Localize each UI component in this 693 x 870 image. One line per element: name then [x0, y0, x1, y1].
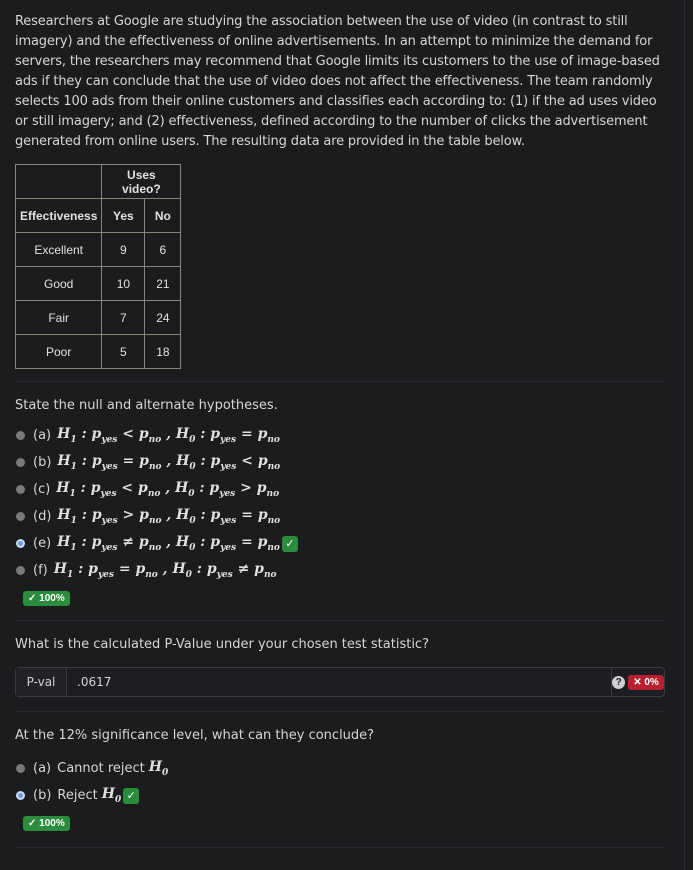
q1-option-c[interactable]: (c) H1 : pyes < pno , H0 : pyes > pno [15, 476, 665, 503]
radio-button[interactable] [16, 764, 25, 773]
hypothesis-math: H1 : pyes = pno , H0 : pyes < pno [57, 453, 281, 472]
radio-button[interactable] [16, 512, 25, 521]
table-row: Good 10 21 [14, 266, 182, 301]
cell-no: 6 [144, 232, 182, 267]
q1-option-b[interactable]: (b) H1 : pyes = pno , H0 : pyes < pno [15, 449, 665, 476]
pvalue-label: P-val [16, 668, 67, 696]
hypothesis-math: H1 : pyes < pno , H0 : pyes > pno [56, 480, 280, 499]
row-label: Good [14, 266, 103, 301]
cell-no: 18 [144, 334, 182, 369]
option-letter: (e) [33, 536, 52, 551]
row-header: Effectiveness [14, 198, 103, 233]
pvalue-input-group: P-val ? ✕ 0% [15, 667, 665, 697]
q3-options: (a) Cannot reject H0 (b) Reject H0 ✓ [15, 755, 665, 809]
cell-yes: 5 [101, 334, 146, 369]
q3-prompt: At the 12% significance level, what can … [15, 728, 375, 743]
q3-score-badge: ✓ 100% [23, 816, 70, 831]
cell-yes: 9 [101, 232, 146, 267]
q1-score-badge: ✓ 100% [23, 591, 70, 606]
table-row: Fair 7 24 [14, 300, 182, 335]
q3-option-b[interactable]: (b) Reject H0 ✓ [15, 782, 665, 809]
question-panel: Researchers at Google are studying the a… [14, 12, 665, 848]
h0-symbol: H0 [148, 759, 169, 778]
help-icon[interactable]: ? [612, 675, 626, 689]
cell-no: 24 [144, 300, 182, 335]
radio-button[interactable] [16, 458, 25, 467]
section-divider [15, 381, 665, 382]
option-letter: (f) [33, 563, 48, 578]
check-icon: ✓ [281, 535, 298, 552]
group-header: Uses video? [101, 164, 182, 199]
table-row: Poor 5 18 [14, 334, 182, 369]
q1-option-e[interactable]: (e) H1 : pyes ≠ pno , H0 : pyes = pno ✓ [15, 530, 665, 557]
cell-yes: 7 [101, 300, 146, 335]
row-label: Excellent [14, 232, 103, 267]
q1-prompt: State the null and alternate hypotheses. [15, 398, 278, 413]
radio-button-selected[interactable] [16, 539, 25, 548]
radio-button-selected[interactable] [16, 791, 25, 800]
col-header-no: No [144, 198, 182, 233]
table-row: Excellent 9 6 [14, 232, 182, 267]
cell-no: 21 [144, 266, 182, 301]
q1-option-d[interactable]: (d) H1 : pyes > pno , H0 : pyes = pno [15, 503, 665, 530]
problem-text: Researchers at Google are studying the a… [15, 14, 660, 149]
h0-symbol: H0 [101, 786, 122, 805]
section-divider [15, 847, 665, 848]
option-letter: (b) [33, 788, 52, 803]
radio-button[interactable] [16, 485, 25, 494]
q1-option-a[interactable]: (a) H1 : pyes < pno , H0 : pyes = pno [15, 422, 665, 449]
option-text: Cannot reject [57, 761, 145, 776]
data-table: Uses video? Effectiveness Yes No Excelle… [14, 164, 182, 369]
section-divider [15, 620, 665, 621]
option-letter: (b) [33, 455, 52, 470]
section-divider [15, 711, 665, 712]
q2-score-badge: ✕ 0% [628, 674, 664, 690]
hypothesis-math: H1 : pyes < pno , H0 : pyes = pno [57, 426, 280, 445]
option-letter: (a) [33, 428, 52, 443]
hypothesis-math: H1 : pyes > pno , H0 : pyes = pno [57, 507, 281, 526]
table-corner [14, 164, 103, 199]
option-letter: (d) [33, 509, 52, 524]
q1-options: (a) H1 : pyes < pno , H0 : pyes = pno (b) H… [15, 422, 665, 584]
pvalue-feedback: ? ✕ 0% [611, 668, 664, 696]
cell-yes: 10 [101, 266, 146, 301]
q3-option-a[interactable]: (a) Cannot reject H0 [15, 755, 665, 782]
q2-prompt: What is the calculated P-Value under you… [15, 637, 429, 652]
check-icon: ✓ [123, 787, 140, 804]
pvalue-input[interactable] [67, 668, 611, 696]
option-letter: (a) [33, 761, 52, 776]
radio-button[interactable] [16, 431, 25, 440]
hypothesis-math: H1 : pyes ≠ pno , H0 : pyes = pno [57, 534, 280, 553]
option-text: Reject [57, 788, 98, 803]
q1-option-f[interactable]: (f) H1 : pyes = pno , H0 : pyes ≠ pno [15, 557, 665, 584]
option-letter: (c) [33, 482, 51, 497]
row-label: Poor [14, 334, 103, 369]
panel-divider [684, 0, 685, 870]
col-header-yes: Yes [101, 198, 146, 233]
radio-button[interactable] [16, 566, 25, 575]
row-label: Fair [14, 300, 103, 335]
hypothesis-math: H1 : pyes = pno , H0 : pyes ≠ pno [53, 561, 277, 580]
